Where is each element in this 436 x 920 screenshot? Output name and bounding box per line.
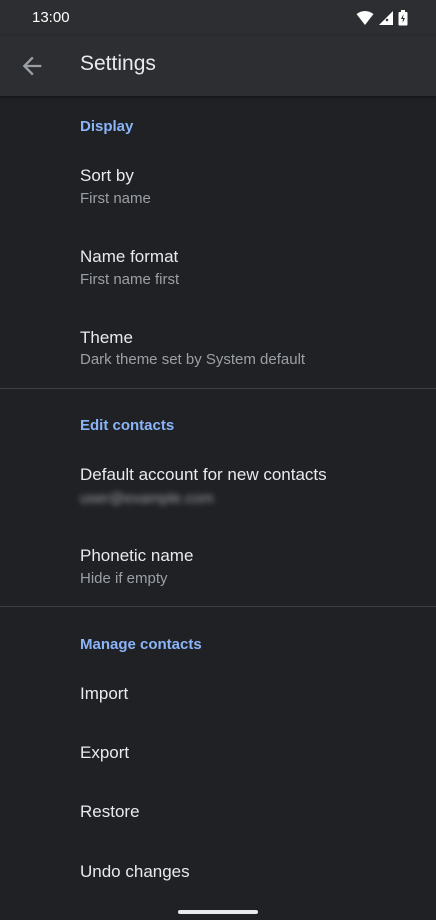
- battery-charging-icon: [398, 10, 408, 26]
- setting-value-redacted: user@example.com: [80, 490, 214, 507]
- setting-title: Default account for new contacts: [80, 465, 327, 484]
- page-title: Settings: [80, 52, 156, 75]
- section-header-edit-contacts: Edit contacts: [80, 417, 175, 434]
- wifi-icon: [356, 11, 374, 25]
- setting-title: Theme: [80, 328, 133, 347]
- status-time: 13:00: [32, 9, 70, 26]
- setting-restore[interactable]: Restore: [0, 782, 436, 841]
- setting-title: Sort by: [80, 166, 134, 185]
- setting-theme[interactable]: Theme Dark theme set by System default: [0, 310, 436, 388]
- setting-name-format[interactable]: Name format First name first: [0, 230, 436, 310]
- setting-title: Undo changes: [80, 862, 190, 881]
- setting-value: Dark theme set by System default: [80, 351, 306, 368]
- status-icons: [356, 10, 408, 26]
- setting-value: First name: [80, 190, 151, 207]
- setting-default-account[interactable]: Default account for new contacts user@ex…: [0, 448, 436, 530]
- setting-phonetic-name[interactable]: Phonetic name Hide if empty: [0, 530, 436, 606]
- setting-title: Export: [80, 743, 130, 762]
- section-divider: [0, 388, 436, 389]
- section-header-display: Display: [80, 118, 134, 135]
- setting-value: Hide if empty: [80, 570, 168, 587]
- setting-export[interactable]: Export: [0, 723, 436, 782]
- arrow-back-icon: [22, 56, 42, 76]
- setting-title: Restore: [80, 802, 140, 821]
- section-header-manage-contacts: Manage contacts: [80, 636, 202, 653]
- section-divider: [0, 606, 436, 607]
- setting-title: Import: [80, 684, 129, 703]
- back-button[interactable]: [18, 52, 46, 80]
- setting-title: Name format: [80, 247, 179, 266]
- setting-undo-changes[interactable]: Undo changes: [0, 841, 436, 901]
- setting-title: Phonetic name: [80, 546, 194, 565]
- app-bar: Settings: [0, 36, 436, 96]
- home-indicator[interactable]: [178, 910, 258, 914]
- setting-value: First name first: [80, 271, 180, 288]
- setting-import[interactable]: Import: [0, 664, 436, 723]
- setting-sort-by[interactable]: Sort by First name: [0, 150, 436, 230]
- status-bar: 13:00: [0, 0, 436, 36]
- cell-signal-icon: [379, 11, 393, 25]
